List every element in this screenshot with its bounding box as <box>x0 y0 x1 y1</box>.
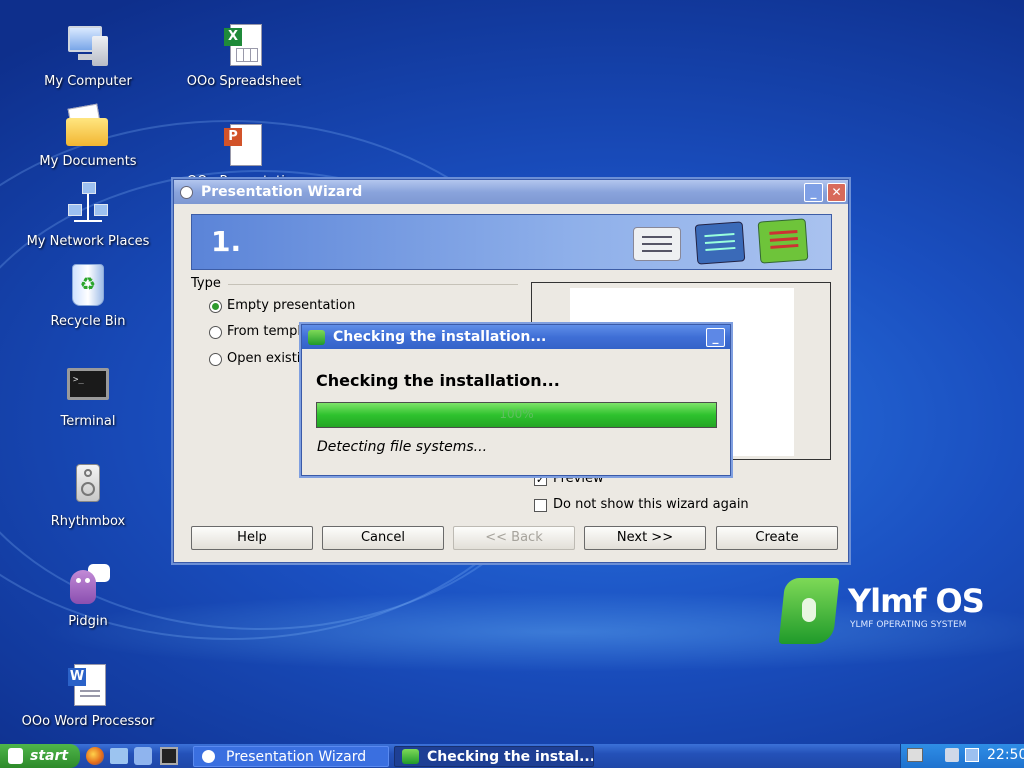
radio-empty-presentation[interactable] <box>209 300 222 313</box>
desktop-icon-label: Pidgin <box>68 614 108 629</box>
quick-launch-terminal-icon[interactable] <box>160 747 178 765</box>
type-separator <box>228 284 518 285</box>
desktop-icon-my-network-places[interactable]: My Network Places <box>13 182 163 249</box>
quick-launch-firefox-icon[interactable] <box>86 747 104 765</box>
desktop-icon-label: OOo Spreadsheet <box>186 74 302 89</box>
radio-open-existing[interactable] <box>209 353 222 366</box>
create-button[interactable]: Create <box>716 526 838 550</box>
desktop-icon-label: OOo Word Processor <box>21 714 155 729</box>
spreadsheet-icon: X <box>220 22 268 70</box>
wizard-banner: 1. <box>191 214 832 270</box>
dialog-title: Checking the installation... <box>333 329 547 345</box>
task-label: Presentation Wizard <box>226 749 367 765</box>
desktop-icon-label: Rhythmbox <box>50 514 126 529</box>
radio-from-template[interactable] <box>209 326 222 339</box>
desktop-icon-pidgin[interactable]: Pidgin <box>13 562 163 629</box>
desktop-icon-label: My Network Places <box>26 234 150 249</box>
computer-icon <box>64 22 112 70</box>
desktop-icon-my-computer[interactable]: My Computer <box>13 22 163 89</box>
wizard-titlebar[interactable]: Presentation Wizard <box>174 180 848 204</box>
desktop-icon-ooo-word-processor[interactable]: W OOo Word Processor <box>13 662 163 729</box>
quick-launch-browser-icon[interactable] <box>134 747 152 765</box>
ylmf-app-icon <box>308 329 325 345</box>
recycle-bin-icon: ♻ <box>64 262 112 310</box>
presentation-icon: P <box>220 122 268 170</box>
start-icon <box>8 748 23 764</box>
dialog-titlebar[interactable]: Checking the installation... <box>302 325 730 349</box>
task-label: Checking the instal... <box>427 749 594 765</box>
close-button[interactable]: ✕ <box>827 183 846 202</box>
help-button[interactable]: Help <box>191 526 313 550</box>
task-checking-installation[interactable]: Checking the instal... <box>394 746 594 767</box>
start-label: start <box>30 748 69 764</box>
brand-name: Ylmf OS <box>848 582 985 620</box>
terminal-icon: >_ <box>64 362 112 410</box>
task-presentation-wizard[interactable]: Presentation Wizard <box>193 746 389 767</box>
minimize-button[interactable]: _ <box>804 183 823 202</box>
desktop-icon-rhythmbox[interactable]: Rhythmbox <box>13 462 163 529</box>
desktop-icon-ooo-spreadsheet[interactable]: X OOo Spreadsheet <box>169 22 319 89</box>
quick-launch-folder-icon[interactable] <box>110 748 128 764</box>
dialog-minimize-button[interactable]: _ <box>706 328 725 347</box>
desktop-icon-terminal[interactable]: >_ Terminal <box>13 362 163 429</box>
task-ylmf-icon <box>402 749 419 764</box>
desktop-icon-label: My Documents <box>39 154 137 169</box>
dont-show-label[interactable]: Do not show this wizard again <box>553 497 749 512</box>
volume-tray-icon[interactable] <box>945 748 959 762</box>
type-label: Type <box>191 276 221 291</box>
wizard-title: Presentation Wizard <box>201 184 363 200</box>
desktop-icon-label: My Computer <box>44 74 132 89</box>
back-button[interactable]: << Back <box>453 526 575 550</box>
document-icon: W <box>64 662 112 710</box>
checking-installation-dialog[interactable]: Checking the installation... _ Checking … <box>301 324 731 476</box>
status-text: Detecting file systems... <box>317 439 488 455</box>
dialog-heading: Checking the installation... <box>316 371 560 390</box>
step-number: 1. <box>211 225 242 258</box>
notes-icon <box>757 218 809 264</box>
desktop-icon-recycle-bin[interactable]: ♻ Recycle Bin <box>13 262 163 329</box>
system-tray: 22:50 <box>900 744 1024 768</box>
app-icon <box>180 185 193 199</box>
next-button[interactable]: Next >> <box>584 526 706 550</box>
cancel-button[interactable]: Cancel <box>322 526 444 550</box>
brand-tagline: YLMF OPERATING SYSTEM <box>850 620 967 630</box>
pidgin-icon <box>64 562 112 610</box>
folder-icon <box>64 102 112 150</box>
task-app-icon <box>202 750 215 763</box>
outline-icon <box>694 221 746 265</box>
dont-show-checkbox[interactable] <box>534 499 547 512</box>
desktop-icon-label: Recycle Bin <box>50 314 126 329</box>
clock: 22:50 <box>987 747 1024 763</box>
layout-icon <box>633 227 681 261</box>
start-button[interactable]: start <box>0 744 80 768</box>
progress-bar: 100% <box>316 402 717 428</box>
speaker-icon <box>64 462 112 510</box>
desktop-icon-label: Terminal <box>60 414 116 429</box>
desktop-icon-my-documents[interactable]: My Documents <box>13 102 163 169</box>
option-from-template[interactable]: From template <box>227 324 301 339</box>
taskbar: start Presentation Wizard Checking the i… <box>0 744 1024 768</box>
option-empty-presentation[interactable]: Empty presentation <box>227 298 355 313</box>
ylmf-logo: Ylmf OS YLMF OPERATING SYSTEM <box>778 576 985 646</box>
option-open-existing[interactable]: Open existing presentation <box>227 351 301 366</box>
network-tray-icon[interactable] <box>965 748 979 762</box>
network-icon <box>64 182 112 230</box>
progress-text: 100% <box>499 407 534 421</box>
keyboard-tray-icon[interactable] <box>907 748 923 762</box>
